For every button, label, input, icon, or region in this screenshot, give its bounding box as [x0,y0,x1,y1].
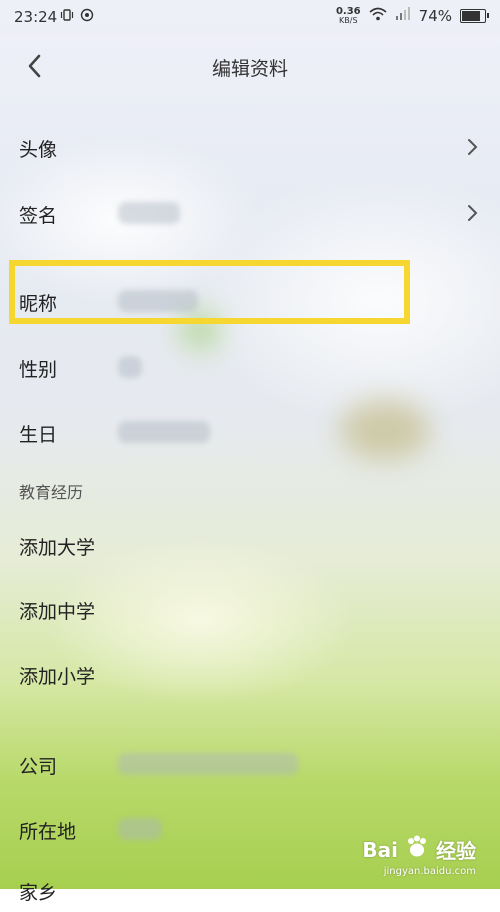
status-bar: 23:24 0.36 KB/S 74% [0,0,500,34]
row-label: 生日 [19,424,58,446]
paw-icon [404,835,430,864]
row-gender[interactable]: 性别 [0,345,500,389]
page-title: 编辑资料 [211,58,288,80]
sync-icon [80,8,94,26]
section-education: 教育经历 [19,483,84,502]
row-label: 所在地 [19,821,77,843]
row-label: 性别 [19,359,58,381]
row-label: 添加大学 [19,537,96,559]
row-avatar[interactable]: 头像 [0,125,500,169]
row-label: 签名 [19,205,58,227]
blurred-value [118,202,180,224]
status-time: 23:24 [14,8,58,26]
row-signature[interactable]: 签名 [0,191,500,235]
network-speed: 0.36 KB/S [335,6,361,26]
signal-icon [395,7,411,25]
blurred-value [118,421,210,443]
battery-icon [460,9,489,23]
row-add-university[interactable]: 添加大学 [0,523,500,567]
row-add-primary-school[interactable]: 添加小学 [0,652,500,696]
watermark-brand: Bai [362,837,398,862]
speed-unit: KB/S [339,16,358,25]
row-add-middle-school[interactable]: 添加中学 [0,587,500,631]
watermark-logo: Bai 经验 [362,835,476,864]
status-right-icons: 0.36 KB/S 74% [335,6,489,26]
row-label: 添加中学 [19,601,96,623]
chevron-right-icon [468,139,478,155]
title-bar: 编辑资料 [0,34,500,98]
watermark-brand-suffix: 经验 [436,839,476,863]
row-label: 公司 [19,756,58,778]
chevron-right-icon [468,205,478,221]
baidu-watermark: Bai 经验 jingyan.baidu.com [362,835,476,877]
row-label: 头像 [19,139,58,161]
row-label: 家乡 [19,882,58,904]
blurred-value [118,753,298,775]
wifi-icon [369,7,387,25]
status-left-icons [60,8,94,26]
row-label: 添加小学 [19,666,96,688]
vibrate-icon [60,8,74,26]
blurred-value [118,356,142,378]
row-company[interactable]: 公司 [0,742,500,786]
row-birthday[interactable]: 生日 [0,410,500,454]
speed-value: 0.36 [335,6,361,17]
blurred-value [118,818,162,840]
highlight-box [9,260,410,324]
battery-percent: 74% [418,7,452,25]
watermark-site: jingyan.baidu.com [383,866,476,877]
